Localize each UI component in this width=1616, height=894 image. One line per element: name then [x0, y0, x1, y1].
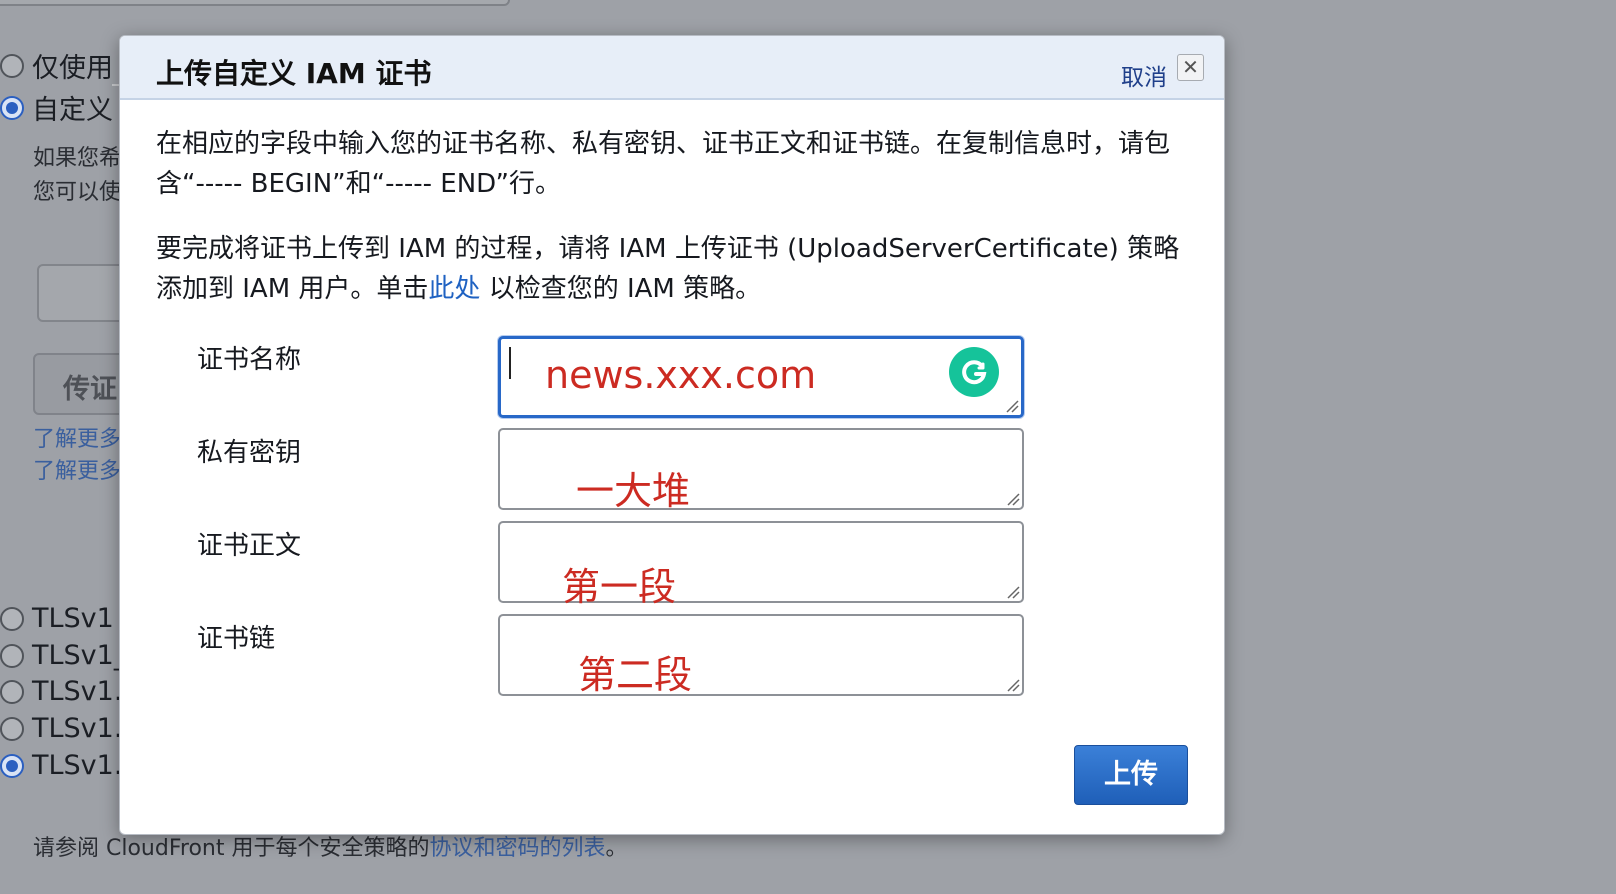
resize-handle-icon[interactable] — [1004, 583, 1020, 599]
radio-icon[interactable] — [0, 643, 24, 668]
bg-footer-prefix: 请参阅 CloudFront 用于每个安全策略的 — [33, 836, 430, 861]
bg-help-text: 如果您希 — [33, 146, 122, 171]
bg-tls-label: TLSv1. — [32, 676, 123, 707]
close-icon[interactable]: ✕ — [1177, 54, 1204, 81]
bg-radio-label: 自定义 — [32, 95, 113, 126]
bg-top-field[interactable] — [0, 0, 510, 6]
radio-icon[interactable] — [0, 53, 24, 78]
bg-radio-custom[interactable]: 自定义 — [0, 88, 113, 127]
bg-footer-link[interactable]: 协议和密码的列表 — [429, 836, 605, 861]
grammarly-icon[interactable] — [949, 347, 999, 397]
resize-handle-icon[interactable] — [1004, 490, 1020, 506]
cert-body-input[interactable]: 第一段 — [498, 521, 1024, 609]
policy-text: 要完成将证书上传到 IAM 的过程，请将 IAM 上传证书 (UploadSer… — [156, 229, 1196, 309]
bg-tls-option[interactable]: TLSv1. — [0, 713, 122, 744]
radio-checked-icon[interactable] — [0, 753, 24, 778]
bg-footer-text: 请参阅 CloudFront 用于每个安全策略的协议和密码的列表。 — [33, 832, 628, 866]
text-cursor — [509, 347, 511, 379]
bg-radio-label: 仅使用 — [32, 53, 113, 84]
bg-tls-label: TLSv1. — [32, 713, 123, 744]
policy-here-link[interactable]: 此处 — [428, 274, 480, 304]
cert-body-label: 证书正文 — [197, 531, 302, 561]
private-key-value: 一大堆 — [576, 469, 691, 513]
dialog-title: 上传自定义 IAM 证书 — [156, 57, 432, 90]
bg-tls-option[interactable]: TLSv1_ — [0, 640, 127, 671]
resize-handle-icon[interactable] — [1004, 676, 1020, 692]
bg-tls-label: TLSv1_ — [32, 640, 128, 671]
bg-tls-option[interactable]: TLSv1 — [0, 603, 114, 634]
cert-name-value: news.xxx.com — [545, 353, 817, 397]
private-key-label: 私有密钥 — [197, 438, 302, 468]
bg-learn-more-link[interactable]: 了解更多 — [33, 456, 121, 488]
intro-text: 在相应的字段中输入您的证书名称、私有密钥、证书正文和证书链。在复制信息时，请包含… — [156, 129, 1171, 199]
radio-icon[interactable] — [0, 679, 24, 704]
cert-name-label: 证书名称 — [197, 345, 302, 375]
radio-icon[interactable] — [0, 716, 24, 741]
radio-checked-icon[interactable] — [0, 95, 24, 120]
cert-chain-value: 第二段 — [578, 653, 693, 697]
upload-iam-certificate-dialog: 上传自定义 IAM 证书 取消 ✕ 在相应的字段中输入您的证书名称、私有密钥、证… — [119, 35, 1225, 835]
dialog-header: 上传自定义 IAM 证书 取消 ✕ — [120, 36, 1224, 100]
bg-tls-label: TLSv1 — [32, 603, 114, 634]
cert-chain-input[interactable]: 第二段 — [498, 614, 1024, 697]
upload-button[interactable]: 上传 — [1074, 745, 1188, 805]
cert-name-input[interactable]: news.xxx.com — [498, 336, 1024, 418]
bg-tls-option[interactable]: TLSv1. — [0, 750, 122, 781]
cert-body-value: 第一段 — [562, 565, 677, 609]
cancel-link[interactable]: 取消 — [1121, 58, 1167, 92]
bg-footer-suffix: 。 — [605, 836, 628, 861]
bg-tls-option[interactable]: TLSv1. — [0, 676, 122, 707]
bg-tls-label: TLSv1. — [32, 750, 123, 781]
policy-text-after: 以检查您的 IAM 策略。 — [480, 274, 762, 304]
resize-handle-icon[interactable] — [1003, 397, 1019, 413]
private-key-input[interactable]: 一大堆 — [498, 428, 1024, 513]
radio-icon[interactable] — [0, 606, 24, 631]
bg-help-text: 您可以使 — [33, 180, 122, 205]
bg-learn-more-link[interactable]: 了解更多 — [33, 424, 121, 456]
cert-chain-label: 证书链 — [197, 624, 276, 654]
bg-radio-only-use[interactable]: 仅使用 — [0, 46, 113, 85]
